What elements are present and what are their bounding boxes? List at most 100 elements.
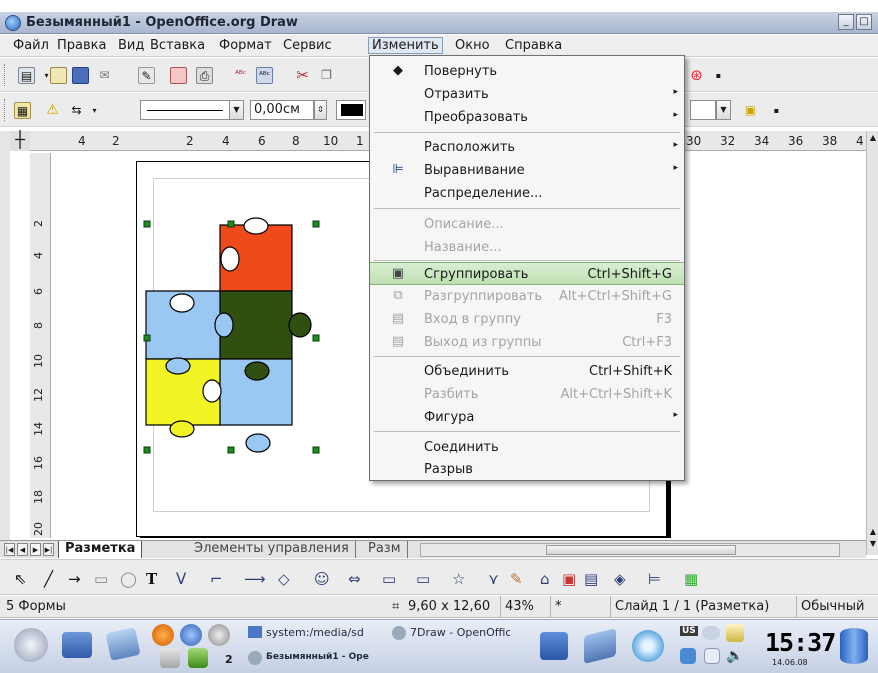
browser-icon[interactable]	[180, 624, 202, 646]
arrow-style-icon[interactable]: ⇆	[68, 102, 85, 119]
connector-icon[interactable]: ⌐	[210, 571, 223, 587]
line-color-select[interactable]	[336, 100, 366, 120]
styles-icon[interactable]: ▦	[14, 102, 31, 119]
horizontal-scrollbar[interactable]	[420, 543, 840, 557]
curve-icon[interactable]: ᐯ	[176, 571, 186, 587]
menu-item-split[interactable]: Разбить Alt+Ctrl+Shift+K	[370, 383, 684, 406]
menu-item-arrange[interactable]: Расположить ▸	[370, 136, 684, 159]
menu-view[interactable]: Вид	[115, 38, 147, 55]
save-icon[interactable]	[72, 67, 89, 84]
menu-item-rotate[interactable]: ◆ Повернуть	[370, 60, 684, 83]
desktop-icon[interactable]	[62, 632, 92, 658]
copy-icon[interactable]: ❐	[318, 67, 335, 84]
trash-icon[interactable]	[840, 628, 868, 664]
selection-handle[interactable]	[227, 446, 235, 454]
selection-handle[interactable]	[312, 334, 320, 342]
selection-handle[interactable]	[143, 220, 151, 228]
toolbar-grip-2[interactable]	[4, 99, 7, 121]
email-icon[interactable]: ✉	[96, 67, 113, 84]
display-icon[interactable]	[704, 648, 720, 664]
menu-item-ungroup[interactable]: ⧉ Разгруппировать Alt+Ctrl+Shift+G	[370, 285, 684, 308]
chat-icon[interactable]	[702, 626, 720, 640]
glue-points-icon[interactable]: ✎	[510, 571, 523, 587]
scroll-down-icon[interactable]: ▼	[868, 539, 878, 549]
ruler-corner[interactable]: ┼	[10, 131, 30, 151]
selection-handle[interactable]	[143, 334, 151, 342]
edit-file-icon[interactable]: ✎	[138, 67, 155, 84]
menu-modify[interactable]: Изменить	[368, 37, 443, 54]
vertical-scrollbar[interactable]: ▲ ▲ ▼	[866, 131, 878, 555]
task-item-draw[interactable]: 7Draw - OpenOffic	[390, 623, 510, 642]
kde-menu-icon[interactable]	[14, 628, 48, 662]
cut-icon[interactable]: ✂	[294, 67, 311, 84]
status-zoom[interactable]: 43%	[500, 596, 538, 618]
menu-item-shape[interactable]: Фигура ▸	[370, 406, 684, 429]
menu-help[interactable]: Справка	[502, 38, 565, 55]
network-tray-icon[interactable]	[680, 648, 696, 664]
menu-item-alignment[interactable]: ⊫ Выравнивание ▸	[370, 159, 684, 182]
selection-handle[interactable]	[312, 446, 320, 454]
navigator-icon[interactable]: ⊛	[688, 67, 705, 84]
menu-item-enter-group[interactable]: ▤ Вход в группу F3	[370, 308, 684, 331]
selection-handle[interactable]	[227, 220, 235, 228]
callouts-icon[interactable]: ▭	[416, 571, 430, 587]
fill-dropdown-icon[interactable]: ▼	[716, 100, 731, 120]
settings-icon[interactable]	[208, 624, 230, 646]
minimize-button[interactable]: _	[838, 14, 854, 30]
chevron-down-icon[interactable]: ▾	[86, 102, 103, 119]
fill-select[interactable]	[690, 100, 716, 120]
menu-item-name[interactable]: Название...	[370, 236, 684, 259]
tab-controls[interactable]: Элементы управления	[188, 541, 356, 558]
line-width-field[interactable]: 0,00см	[250, 100, 314, 120]
line-style-dropdown-icon[interactable]: ▼	[229, 100, 244, 120]
next-tab-icon[interactable]: ▶	[30, 543, 41, 556]
menu-window[interactable]: Окно	[452, 38, 493, 55]
desktop-number[interactable]: 2	[225, 653, 233, 666]
task-item-untitled[interactable]: Безымянный1 - Ope	[246, 648, 386, 667]
menu-item-flip[interactable]: Отразить ▸	[370, 83, 684, 106]
scroll-up-icon[interactable]: ▲	[868, 133, 878, 143]
arrow-line-icon[interactable]: →	[68, 571, 81, 587]
shadow-icon[interactable]: ▣	[742, 102, 759, 119]
line-icon[interactable]: ⚠	[44, 102, 61, 119]
insert-image-icon[interactable]: ▣	[562, 571, 576, 587]
prev-tab-icon[interactable]: ◀	[17, 543, 28, 556]
line-width-spinner-icon[interactable]: ⇕	[314, 100, 327, 120]
files-icon[interactable]	[105, 627, 141, 661]
menu-item-description[interactable]: Описание...	[370, 213, 684, 236]
spellcheck-icon[interactable]: ᴬᴮᶜ	[232, 67, 249, 84]
align-tool-icon[interactable]: ⊨	[648, 571, 661, 587]
new-document-icon[interactable]: ▤	[18, 67, 35, 84]
ellipse-icon[interactable]: ◯	[120, 571, 137, 587]
vertical-ruler[interactable]: 2 4 6 8 10 12 14 16 18 20	[30, 153, 51, 538]
firefox-icon[interactable]	[152, 624, 174, 646]
tab-layout[interactable]: Разметка	[58, 541, 143, 558]
scroll-up-icon[interactable]: ▲	[868, 527, 878, 537]
save-disk-icon[interactable]	[540, 632, 568, 660]
print-icon[interactable]: ⎙	[196, 67, 213, 84]
basic-shapes-icon[interactable]: ◇	[278, 571, 290, 587]
autospellcheck-icon[interactable]: ᴬᴮᶜ	[256, 67, 273, 84]
symbol-shapes-icon[interactable]: ☺	[314, 571, 330, 587]
toolbar-grip[interactable]	[4, 64, 7, 86]
export-pdf-icon[interactable]	[170, 67, 187, 84]
selection-handle[interactable]	[143, 446, 151, 454]
volume-icon[interactable]: 🔈	[726, 648, 743, 664]
menu-item-group[interactable]: ▣ Сгруппировать Ctrl+Shift+G	[370, 262, 684, 285]
menu-item-exit-group[interactable]: ▤ Выход из группы Ctrl+F3	[370, 331, 684, 354]
cd-icon[interactable]	[632, 630, 664, 662]
menu-insert[interactable]: Вставка	[147, 38, 208, 55]
menu-item-distribution[interactable]: Распределение...	[370, 182, 684, 205]
clock[interactable]: 15:37	[765, 628, 836, 657]
office-icon[interactable]	[188, 648, 208, 668]
lines-arrows-icon[interactable]: ⟶	[244, 571, 266, 587]
toolbar-overflow-icon-2[interactable]: ▪	[768, 102, 785, 119]
scroll-thumb[interactable]	[546, 545, 736, 555]
menu-tools[interactable]: Сервис	[280, 38, 335, 55]
rectangle-icon[interactable]: ▭	[94, 571, 108, 587]
menu-edit[interactable]: Правка	[54, 38, 109, 55]
open-folder-icon[interactable]	[50, 67, 67, 84]
block-arrows-icon[interactable]: ⇔	[348, 571, 361, 587]
rotate-tool-icon[interactable]: ◈	[614, 571, 626, 587]
tab-dimension[interactable]: Разм	[362, 541, 408, 558]
